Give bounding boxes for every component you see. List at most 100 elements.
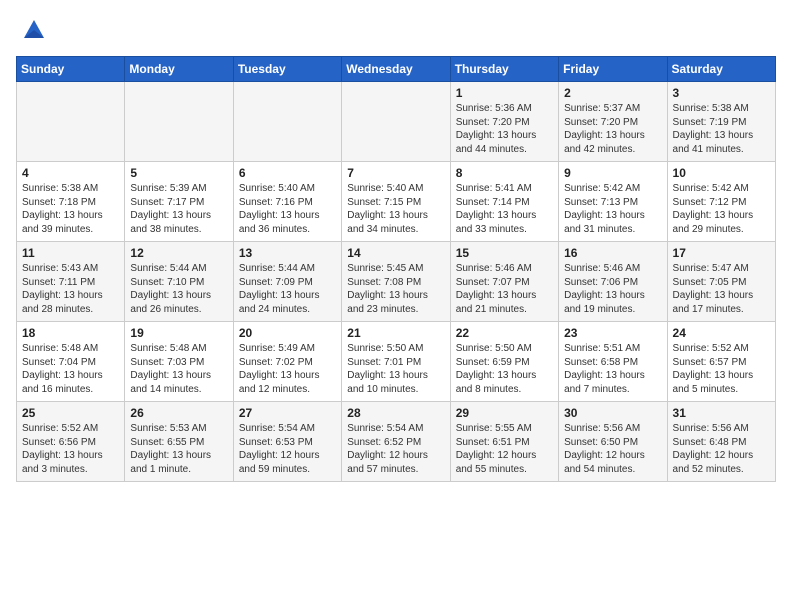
- day-number: 6: [239, 166, 336, 180]
- day-cell: 31 Sunrise: 5:56 AM Sunset: 6:48 PM Dayli…: [667, 402, 775, 482]
- day-cell: 9 Sunrise: 5:42 AM Sunset: 7:13 PM Daylig…: [559, 162, 667, 242]
- day-cell: [125, 82, 233, 162]
- day-number: 22: [456, 326, 553, 340]
- week-row-2: 11Sunrise: 5:43 AM Sunset: 7:11 PM Dayli…: [17, 242, 776, 322]
- day-cell: 6 Sunrise: 5:40 AM Sunset: 7:16 PM Daylig…: [233, 162, 341, 242]
- week-row-4: 25Sunrise: 5:52 AM Sunset: 6:56 PM Dayli…: [17, 402, 776, 482]
- day-number: 21: [347, 326, 444, 340]
- day-cell: 16 Sunrise: 5:46 AM Sunset: 7:06 PM Dayli…: [559, 242, 667, 322]
- calendar-body: 1 Sunrise: 5:36 AM Sunset: 7:20 PM Daylig…: [17, 82, 776, 482]
- day-cell: 14 Sunrise: 5:45 AM Sunset: 7:08 PM Dayli…: [342, 242, 450, 322]
- day-number: 27: [239, 406, 336, 420]
- day-cell: 22Sunrise: 5:50 AM Sunset: 6:59 PM Dayli…: [450, 322, 558, 402]
- day-cell: 10 Sunrise: 5:42 AM Sunset: 7:12 PM Dayli…: [667, 162, 775, 242]
- day-cell: 19 Sunrise: 5:48 AM Sunset: 7:03 PM Dayli…: [125, 322, 233, 402]
- day-number: 12: [130, 246, 227, 260]
- day-info: Sunrise: 5:40 AM Sunset: 7:15 PM Dayligh…: [347, 182, 444, 236]
- calendar: SundayMondayTuesdayWednesdayThursdayFrid…: [16, 56, 776, 482]
- day-cell: 7 Sunrise: 5:40 AM Sunset: 7:15 PM Daylig…: [342, 162, 450, 242]
- day-number: 30: [564, 406, 661, 420]
- day-number: 13: [239, 246, 336, 260]
- day-number: 26: [130, 406, 227, 420]
- day-number: 4: [22, 166, 119, 180]
- day-cell: 24Sunrise: 5:52 AM Sunset: 6:57 PM Dayli…: [667, 322, 775, 402]
- day-cell: [17, 82, 125, 162]
- day-number: 16: [564, 246, 661, 260]
- day-info: Sunrise: 5:49 AM Sunset: 7:02 PM Dayligh…: [239, 342, 336, 396]
- day-number: 15: [456, 246, 553, 260]
- day-info: Sunrise: 5:37 AM Sunset: 7:20 PM Dayligh…: [564, 102, 661, 156]
- day-info: Sunrise: 5:39 AM Sunset: 7:17 PM Dayligh…: [130, 182, 227, 236]
- day-cell: 5 Sunrise: 5:39 AM Sunset: 7:17 PM Daylig…: [125, 162, 233, 242]
- week-row-0: 1 Sunrise: 5:36 AM Sunset: 7:20 PM Daylig…: [17, 82, 776, 162]
- logo: [16, 16, 48, 44]
- day-cell: 26 Sunrise: 5:53 AM Sunset: 6:55 PM Dayli…: [125, 402, 233, 482]
- day-info: Sunrise: 5:48 AM Sunset: 7:03 PM Dayligh…: [130, 342, 227, 396]
- day-info: Sunrise: 5:44 AM Sunset: 7:10 PM Dayligh…: [130, 262, 227, 316]
- day-number: 14: [347, 246, 444, 260]
- day-number: 25: [22, 406, 119, 420]
- day-info: Sunrise: 5:42 AM Sunset: 7:13 PM Dayligh…: [564, 182, 661, 236]
- day-info: Sunrise: 5:54 AM Sunset: 6:53 PM Dayligh…: [239, 422, 336, 476]
- day-cell: 27 Sunrise: 5:54 AM Sunset: 6:53 PM Dayli…: [233, 402, 341, 482]
- day-cell: 3Sunrise: 5:38 AM Sunset: 7:19 PM Daylig…: [667, 82, 775, 162]
- day-info: Sunrise: 5:38 AM Sunset: 7:19 PM Dayligh…: [673, 102, 770, 156]
- day-number: 31: [673, 406, 770, 420]
- week-row-3: 18 Sunrise: 5:48 AM Sunset: 7:04 PM Dayli…: [17, 322, 776, 402]
- day-cell: [342, 82, 450, 162]
- day-cell: [233, 82, 341, 162]
- day-number: 2: [564, 86, 661, 100]
- day-number: 20: [239, 326, 336, 340]
- header-friday: Friday: [559, 57, 667, 82]
- day-cell: 11Sunrise: 5:43 AM Sunset: 7:11 PM Dayli…: [17, 242, 125, 322]
- day-info: Sunrise: 5:42 AM Sunset: 7:12 PM Dayligh…: [673, 182, 770, 236]
- header-wednesday: Wednesday: [342, 57, 450, 82]
- day-cell: 8Sunrise: 5:41 AM Sunset: 7:14 PM Daylig…: [450, 162, 558, 242]
- day-info: Sunrise: 5:48 AM Sunset: 7:04 PM Dayligh…: [22, 342, 119, 396]
- header-thursday: Thursday: [450, 57, 558, 82]
- day-cell: 12 Sunrise: 5:44 AM Sunset: 7:10 PM Dayli…: [125, 242, 233, 322]
- logo-icon: [20, 16, 48, 44]
- day-info: Sunrise: 5:38 AM Sunset: 7:18 PM Dayligh…: [22, 182, 119, 236]
- day-cell: 23Sunrise: 5:51 AM Sunset: 6:58 PM Dayli…: [559, 322, 667, 402]
- day-number: 9: [564, 166, 661, 180]
- day-info: Sunrise: 5:46 AM Sunset: 7:06 PM Dayligh…: [564, 262, 661, 316]
- day-cell: 29 Sunrise: 5:55 AM Sunset: 6:51 PM Dayli…: [450, 402, 558, 482]
- day-cell: 21 Sunrise: 5:50 AM Sunset: 7:01 PM Dayli…: [342, 322, 450, 402]
- day-info: Sunrise: 5:56 AM Sunset: 6:50 PM Dayligh…: [564, 422, 661, 476]
- day-number: 10: [673, 166, 770, 180]
- day-cell: 2 Sunrise: 5:37 AM Sunset: 7:20 PM Daylig…: [559, 82, 667, 162]
- day-number: 11: [22, 246, 119, 260]
- day-number: 7: [347, 166, 444, 180]
- day-info: Sunrise: 5:45 AM Sunset: 7:08 PM Dayligh…: [347, 262, 444, 316]
- day-number: 5: [130, 166, 227, 180]
- day-number: 18: [22, 326, 119, 340]
- day-info: Sunrise: 5:44 AM Sunset: 7:09 PM Dayligh…: [239, 262, 336, 316]
- day-info: Sunrise: 5:36 AM Sunset: 7:20 PM Dayligh…: [456, 102, 553, 156]
- day-info: Sunrise: 5:47 AM Sunset: 7:05 PM Dayligh…: [673, 262, 770, 316]
- header-row: SundayMondayTuesdayWednesdayThursdayFrid…: [17, 57, 776, 82]
- page-header: [16, 16, 776, 44]
- day-cell: 18 Sunrise: 5:48 AM Sunset: 7:04 PM Dayli…: [17, 322, 125, 402]
- day-number: 29: [456, 406, 553, 420]
- day-info: Sunrise: 5:46 AM Sunset: 7:07 PM Dayligh…: [456, 262, 553, 316]
- day-info: Sunrise: 5:53 AM Sunset: 6:55 PM Dayligh…: [130, 422, 227, 476]
- day-number: 1: [456, 86, 553, 100]
- header-monday: Monday: [125, 57, 233, 82]
- day-info: Sunrise: 5:51 AM Sunset: 6:58 PM Dayligh…: [564, 342, 661, 396]
- day-number: 17: [673, 246, 770, 260]
- header-sunday: Sunday: [17, 57, 125, 82]
- day-info: Sunrise: 5:50 AM Sunset: 7:01 PM Dayligh…: [347, 342, 444, 396]
- day-cell: 20 Sunrise: 5:49 AM Sunset: 7:02 PM Dayli…: [233, 322, 341, 402]
- day-info: Sunrise: 5:56 AM Sunset: 6:48 PM Dayligh…: [673, 422, 770, 476]
- day-cell: 1 Sunrise: 5:36 AM Sunset: 7:20 PM Daylig…: [450, 82, 558, 162]
- calendar-header: SundayMondayTuesdayWednesdayThursdayFrid…: [17, 57, 776, 82]
- day-info: Sunrise: 5:54 AM Sunset: 6:52 PM Dayligh…: [347, 422, 444, 476]
- day-cell: 13 Sunrise: 5:44 AM Sunset: 7:09 PM Dayli…: [233, 242, 341, 322]
- day-number: 24: [673, 326, 770, 340]
- day-info: Sunrise: 5:40 AM Sunset: 7:16 PM Dayligh…: [239, 182, 336, 236]
- day-cell: 30 Sunrise: 5:56 AM Sunset: 6:50 PM Dayli…: [559, 402, 667, 482]
- header-tuesday: Tuesday: [233, 57, 341, 82]
- day-number: 19: [130, 326, 227, 340]
- day-info: Sunrise: 5:55 AM Sunset: 6:51 PM Dayligh…: [456, 422, 553, 476]
